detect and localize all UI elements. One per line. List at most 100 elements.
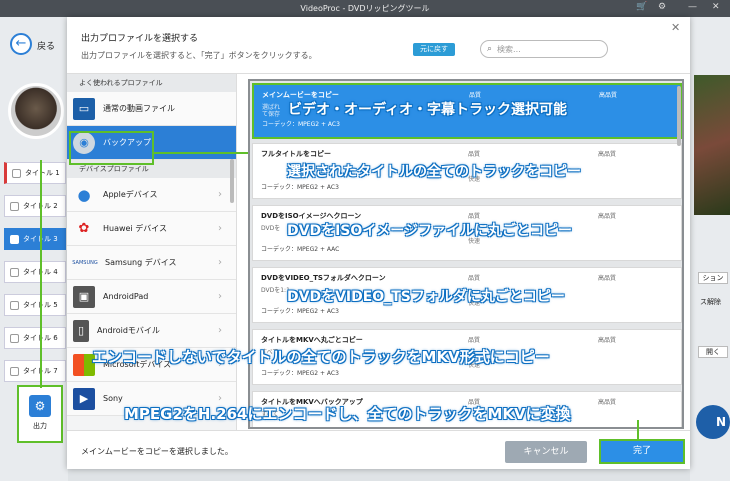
backup-highlight xyxy=(69,131,154,165)
back-label[interactable]: 戻る xyxy=(37,39,55,52)
category-androidpad[interactable]: ▣ AndroidPad › xyxy=(67,280,236,314)
quality-label: 品質 xyxy=(468,275,481,282)
quality-label: 品質 xyxy=(469,92,482,99)
checkbox[interactable] xyxy=(10,366,19,376)
cart-icon[interactable]: 🛒 xyxy=(636,2,647,12)
category-label: Androidモバイル xyxy=(97,326,160,335)
dialog-title: 出力プロファイルを選択する xyxy=(81,34,199,44)
profile-codec: コーデック：MPEG2 + AC3 xyxy=(261,308,339,315)
profile-codec: コーデック：MPEG2 + AC3 xyxy=(261,370,339,377)
film-icon: ▭ xyxy=(73,97,95,120)
annotation-caption: 選択されたタイトルの全てのトラックをコピー xyxy=(287,164,581,180)
selection-status: メインムービーをコピーを選択しました。 xyxy=(81,447,233,456)
scrollbar[interactable] xyxy=(230,159,234,203)
title-item[interactable]: タイトル 4 xyxy=(4,261,66,283)
app-title: VideoProc - DVDリッピングツール xyxy=(300,4,430,13)
annotation-connector xyxy=(40,160,42,388)
search-placeholder: 検索... xyxy=(497,44,521,54)
category-label: Appleデバイス xyxy=(103,190,158,199)
profile-desc: DVDを xyxy=(261,225,281,232)
output-button[interactable]: ⚙ 出力 xyxy=(17,385,63,443)
profile-desc: DVDを1:1 xyxy=(261,287,290,294)
checkbox[interactable] xyxy=(10,234,19,244)
category-label: AndroidPad xyxy=(103,292,149,301)
preview-thumbnail xyxy=(694,75,730,215)
minimize-icon[interactable]: — xyxy=(688,2,697,12)
annotation-connector xyxy=(637,420,639,440)
chevron-right-icon: › xyxy=(218,189,222,200)
huawei-icon: ✿ xyxy=(78,221,90,236)
profile-desc: て保存 xyxy=(262,111,281,118)
reset-button[interactable]: 元に戻す xyxy=(413,43,455,56)
chevron-right-icon: › xyxy=(218,291,222,302)
video-thumbnail xyxy=(8,83,64,139)
category-panel: よく使われるプロファイル ▭ 通常の動画ファイル ◉ バックアップ デバイスプロ… xyxy=(67,74,237,430)
fav-header: よく使われるプロファイル xyxy=(67,74,236,92)
profile-codec: コーデック：MPEG2 + AC3 xyxy=(262,121,340,128)
output-label: 出力 xyxy=(33,422,47,430)
quality-label: 品質 xyxy=(468,213,481,220)
title-item[interactable]: タイトル 6 xyxy=(4,327,66,349)
playstation-icon: ▶ xyxy=(73,387,95,410)
profile-codec: コーデック：MPEG2 + AAC xyxy=(261,246,340,253)
checkbox[interactable] xyxy=(10,333,19,343)
open-button[interactable]: 開く xyxy=(698,346,728,358)
android-phone-icon: ▯ xyxy=(73,319,89,342)
title-item[interactable]: タイトル 7 xyxy=(4,360,66,382)
high-quality-label: 高品質 xyxy=(598,275,617,282)
right-text: ス解除 xyxy=(700,298,721,306)
profile-card[interactable]: DVDをVIDEO_TSフォルダへクローン DVDを1:1 コーデック：MPEG… xyxy=(252,267,682,323)
profile-card[interactable]: メインムービーをコピー 選ばれ て保存 コーデック：MPEG2 + AC3 品質… xyxy=(252,83,682,139)
category-android-mobile[interactable]: ▯ Androidモバイル › xyxy=(67,314,236,348)
close-icon[interactable]: ✕ xyxy=(671,21,680,34)
title-item[interactable]: タイトル 2 xyxy=(4,195,66,217)
annotation-connector xyxy=(154,152,248,154)
done-button[interactable]: 完了 xyxy=(599,439,685,464)
run-button[interactable]: N xyxy=(696,405,730,439)
category-label: Samsung デバイス xyxy=(105,258,177,267)
high-quality-label: 高品質 xyxy=(598,213,617,220)
title-label: タイトル 1 xyxy=(25,169,60,177)
category-label: Sony xyxy=(103,394,123,403)
quality-label: 品質 xyxy=(468,337,481,344)
search-input[interactable]: ⌕ 検索... xyxy=(480,40,608,58)
annotation-caption: DVDをISOイメージファイルに丸ごとコピー xyxy=(287,223,572,239)
chevron-right-icon: › xyxy=(218,223,222,234)
chevron-right-icon: › xyxy=(218,257,222,268)
category-apple[interactable]: ● Appleデバイス › xyxy=(67,178,236,212)
checkbox[interactable] xyxy=(10,300,19,310)
annotation-caption: エンコードしないでタイトルの全てのトラックをMKV形式にコピー xyxy=(92,348,550,366)
dialog-subtitle: 出力プロファイルを選択すると、「完了」ボタンをクリックする。 xyxy=(81,51,317,60)
profile-card[interactable]: フルタイトルをコピー コーデック：MPEG2 + AC3 品質 高品質 快速 選… xyxy=(252,143,682,199)
search-icon: ⌕ xyxy=(487,44,493,54)
annotation-caption: DVDをVIDEO_TSフォルダに丸ごとコピー xyxy=(287,289,565,305)
quality-label: 品質 xyxy=(468,151,481,158)
profile-name: フルタイトルをコピー xyxy=(261,150,331,158)
category-label: 通常の動画ファイル xyxy=(103,104,175,113)
title-item[interactable]: タイトル 3 xyxy=(4,228,66,250)
profile-list: メインムービーをコピー 選ばれ て保存 コーデック：MPEG2 + AC3 品質… xyxy=(248,79,684,429)
checkbox[interactable] xyxy=(10,201,19,211)
cancel-button[interactable]: キャンセル xyxy=(505,441,587,463)
gear-icon[interactable]: ⚙ xyxy=(658,2,666,12)
title-item[interactable]: タイトル 1 xyxy=(4,162,66,184)
dialog-footer: メインムービーをコピーを選択しました。 キャンセル 完了 xyxy=(67,430,690,469)
category-huawei[interactable]: ✿ Huawei デバイス › xyxy=(67,212,236,246)
chevron-right-icon: › xyxy=(218,325,222,336)
list-scrollbar[interactable] xyxy=(677,86,681,146)
profile-name: タイトルをMKVへ丸ごとコピー xyxy=(261,336,363,344)
profile-card[interactable]: DVDをISOイメージへクローン DVDを コーデック：MPEG2 + AAC … xyxy=(252,205,682,261)
option-button[interactable]: ション xyxy=(698,272,728,284)
checkbox[interactable] xyxy=(12,168,21,178)
samsung-icon: SAMSUNG xyxy=(72,259,98,266)
category-samsung[interactable]: SAMSUNG Samsung デバイス › xyxy=(67,246,236,280)
high-quality-label: 高品質 xyxy=(598,337,617,344)
title-item[interactable]: タイトル 5 xyxy=(4,294,66,316)
annotation-caption: MPEG2をH.264にエンコードし、全てのトラックをMKVに変換 xyxy=(124,405,571,423)
high-quality-label: 高品質 xyxy=(598,399,617,406)
category-common-video[interactable]: ▭ 通常の動画ファイル xyxy=(67,92,236,126)
title-bar: VideoProc - DVDリッピングツール 🛒 ⚙ — ✕ xyxy=(0,0,730,17)
close-window-icon[interactable]: ✕ xyxy=(712,2,720,12)
checkbox[interactable] xyxy=(10,267,19,277)
back-arrow-icon[interactable]: ← xyxy=(10,33,32,55)
